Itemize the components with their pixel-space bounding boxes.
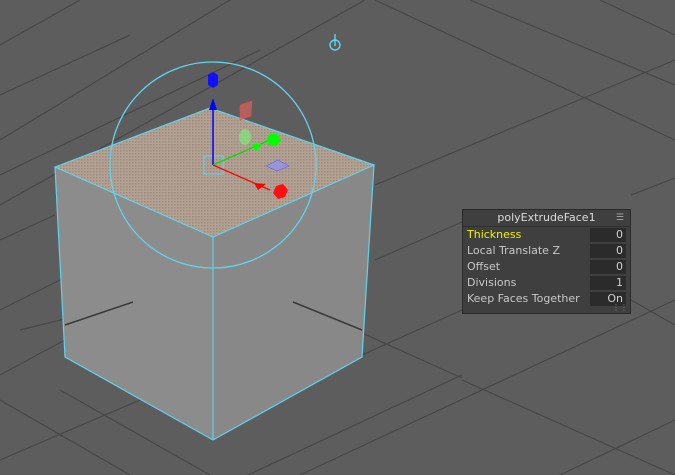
attribute-row-offset[interactable]: Offset 0 — [463, 259, 630, 275]
attribute-label: Thickness — [467, 228, 522, 241]
attribute-value-field[interactable]: 1 — [590, 276, 626, 290]
cube-mesh[interactable] — [53, 107, 376, 441]
attribute-row-thickness[interactable]: Thickness 0 — [463, 227, 630, 243]
attribute-value-field[interactable]: 0 — [590, 260, 626, 274]
z-axis-arrow[interactable] — [209, 98, 217, 110]
in-view-editor-panel[interactable]: polyExtrudeFace1 ☰ Thickness 0 Local Tra… — [462, 209, 631, 314]
panel-title: polyExtrudeFace1 — [497, 211, 596, 224]
yz-plane-handle[interactable] — [239, 129, 251, 145]
resize-grip-icon[interactable]: ⋮⋮ — [612, 303, 628, 312]
xz-plane-handle[interactable] — [239, 100, 253, 121]
attribute-row-keep-faces-together[interactable]: Keep Faces Together On — [463, 291, 630, 307]
attribute-row-local-translate-z[interactable]: Local Translate Z 0 — [463, 243, 630, 259]
z-axis-handle[interactable] — [208, 72, 218, 88]
attribute-label: Keep Faces Together — [467, 292, 580, 305]
attribute-label: Local Translate Z — [467, 244, 560, 257]
menu-icon[interactable]: ☰ — [616, 210, 624, 226]
panel-title-bar: polyExtrudeFace1 ☰ — [463, 210, 630, 227]
attribute-value-field[interactable]: 0 — [590, 228, 626, 242]
attribute-value-field[interactable]: 0 — [590, 244, 626, 258]
attribute-label: Offset — [467, 260, 501, 273]
pivot-icon[interactable] — [329, 34, 341, 51]
attribute-row-divisions[interactable]: Divisions 1 — [463, 275, 630, 291]
attribute-label: Divisions — [467, 276, 517, 289]
